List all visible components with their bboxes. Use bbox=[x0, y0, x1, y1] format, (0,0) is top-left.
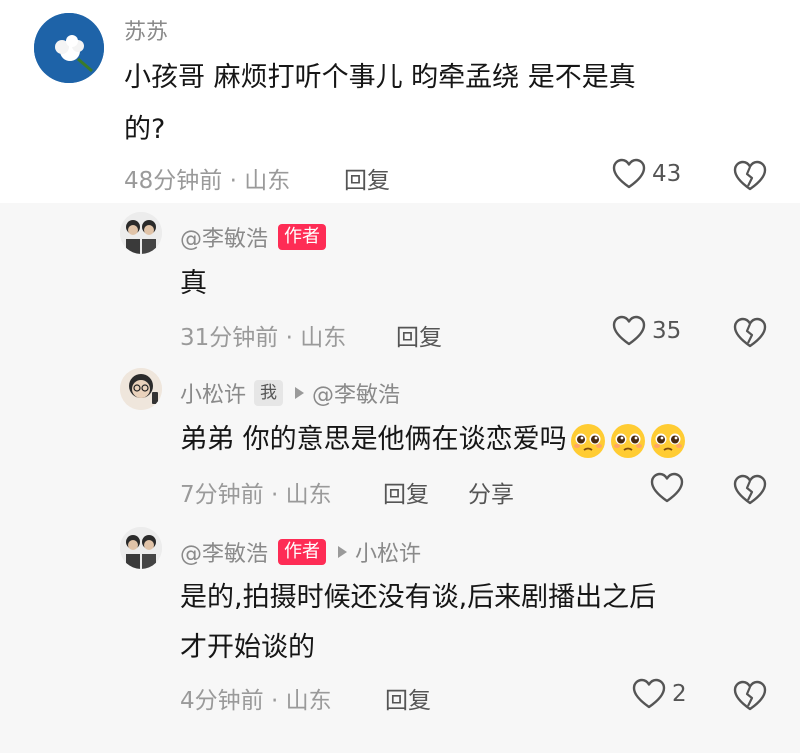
comment-text-line2: 的? bbox=[124, 114, 166, 145]
reply-user-name: 小松许 bbox=[180, 383, 247, 408]
reply-to-user[interactable]: @李敏浩 bbox=[312, 377, 400, 409]
heart-outline-icon bbox=[612, 158, 646, 189]
pleading-face-emoji bbox=[610, 423, 645, 458]
reply-text: 真 bbox=[180, 268, 207, 299]
author-badge: 作者 bbox=[278, 224, 327, 250]
avatar-xiaosongxu[interactable] bbox=[120, 368, 162, 410]
reply-arrow-icon bbox=[295, 387, 305, 399]
broken-heart-icon bbox=[733, 317, 767, 348]
like-button[interactable]: 2 bbox=[632, 678, 687, 710]
flower-avatar-icon bbox=[34, 13, 104, 83]
reply-user-name: @李敏浩 bbox=[180, 227, 269, 252]
comment-username[interactable]: 苏苏 bbox=[124, 14, 168, 46]
pleading-face-emoji bbox=[570, 423, 605, 458]
avatar-susu[interactable] bbox=[34, 13, 104, 83]
dislike-button[interactable] bbox=[733, 160, 767, 196]
like-count: 2 bbox=[672, 681, 687, 707]
dislike-button[interactable] bbox=[733, 317, 767, 353]
like-count: 43 bbox=[652, 161, 682, 187]
heart-outline-icon bbox=[650, 472, 684, 503]
like-button[interactable]: 43 bbox=[612, 158, 681, 190]
dislike-button[interactable] bbox=[733, 474, 767, 510]
reply-time-location: 7分钟前 · 山东 bbox=[180, 482, 332, 508]
two-people-avatar-icon bbox=[120, 212, 162, 254]
comment-time-location: 48分钟前 · 山东 bbox=[124, 168, 291, 194]
dislike-button[interactable] bbox=[733, 680, 767, 716]
reply-username[interactable]: 小松许 我 @李敏浩 bbox=[180, 377, 400, 409]
reply-time-location: 4分钟前 · 山东 bbox=[180, 688, 332, 714]
person-avatar-icon bbox=[120, 368, 162, 410]
heart-outline-icon bbox=[612, 315, 646, 346]
reply-user-name: @李敏浩 bbox=[180, 542, 269, 567]
broken-heart-icon bbox=[733, 160, 767, 191]
reply-username[interactable]: @李敏浩 作者 小松许 bbox=[180, 536, 421, 568]
reply-button[interactable]: 回复 bbox=[344, 161, 390, 195]
reply-time-location: 31分钟前 · 山东 bbox=[180, 325, 347, 351]
reply-text-line1: 是的,拍摄时候还没有谈,后来剧播出之后 bbox=[180, 582, 657, 613]
avatar-limin[interactable] bbox=[120, 527, 162, 569]
pleading-face-emoji bbox=[650, 423, 685, 458]
broken-heart-icon bbox=[733, 680, 767, 711]
like-button[interactable] bbox=[650, 472, 684, 504]
two-people-avatar-icon bbox=[120, 527, 162, 569]
comment-text-line1: 小孩哥 麻烦打听个事儿 昀牵孟绕 是不是真 bbox=[124, 62, 636, 93]
like-count: 35 bbox=[652, 318, 682, 344]
reply-username[interactable]: @李敏浩 作者 bbox=[180, 221, 327, 253]
reply-to-user[interactable]: 小松许 bbox=[355, 536, 421, 568]
avatar-limin[interactable] bbox=[120, 212, 162, 254]
share-button[interactable]: 分享 bbox=[468, 475, 514, 509]
reply-text: 弟弟 你的意思是他俩在谈恋爱吗 bbox=[180, 414, 687, 466]
reply-button[interactable]: 回复 bbox=[383, 475, 429, 509]
heart-outline-icon bbox=[632, 678, 666, 709]
like-button[interactable]: 35 bbox=[612, 315, 681, 347]
reply-button[interactable]: 回复 bbox=[385, 681, 431, 715]
author-badge: 作者 bbox=[278, 539, 327, 565]
reply-arrow-icon bbox=[338, 546, 348, 558]
reply-button[interactable]: 回复 bbox=[396, 318, 442, 352]
reply-text-content: 弟弟 你的意思是他俩在谈恋爱吗 bbox=[180, 424, 567, 455]
reply-text-line2: 才开始谈的 bbox=[180, 632, 315, 663]
broken-heart-icon bbox=[733, 474, 767, 505]
me-badge: 我 bbox=[254, 380, 284, 406]
